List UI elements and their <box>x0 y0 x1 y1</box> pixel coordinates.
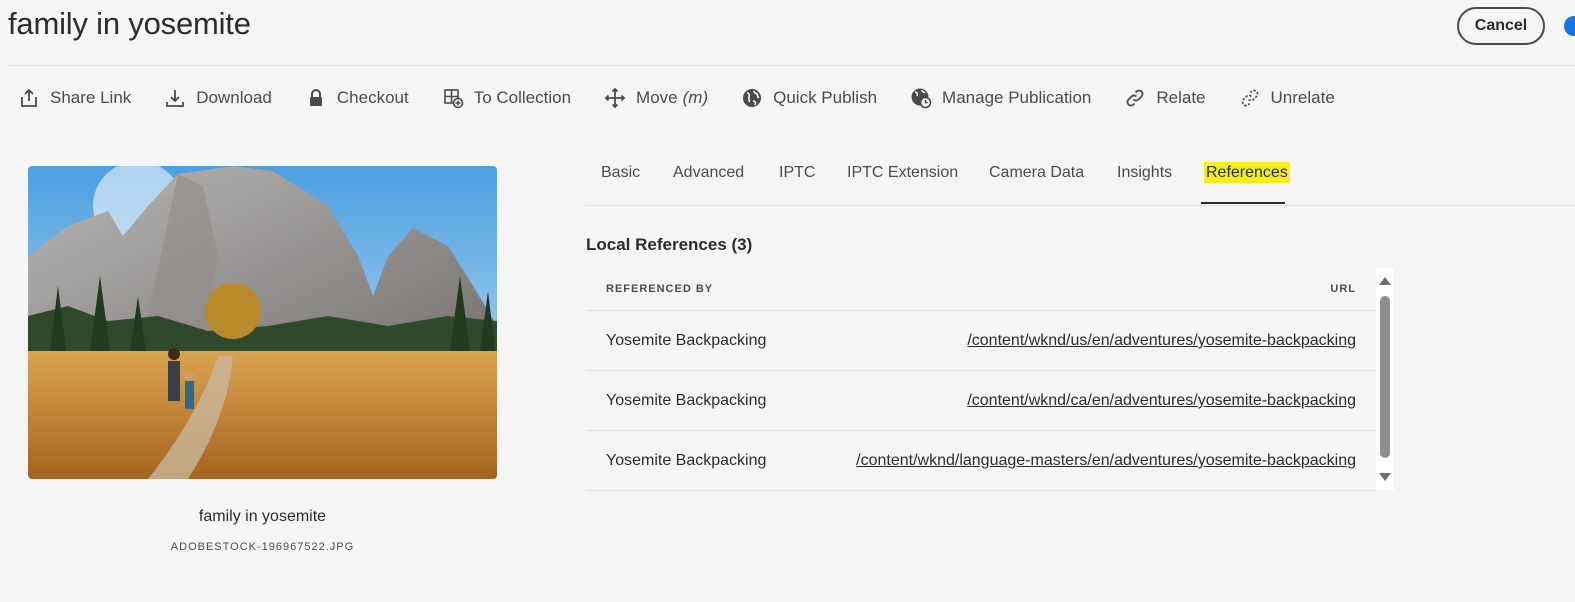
reference-url-link[interactable]: /content/wknd/us/en/adventures/yosemite-… <box>967 332 1356 350</box>
references-scrollbar[interactable] <box>1376 268 1394 490</box>
add-to-collection-icon <box>442 87 464 109</box>
link-icon <box>1124 87 1146 109</box>
local-references-title: Local References (3) <box>586 235 753 254</box>
referenced-by-cell: Yosemite Backpacking <box>606 332 767 349</box>
globe-clock-icon <box>910 87 932 109</box>
column-referenced-by[interactable]: REFERENCED BY <box>606 283 713 295</box>
asset-filename: ADOBESTOCK-196967522.JPG <box>170 541 355 553</box>
quick-publish-label: Quick Publish <box>773 88 878 107</box>
references-table: REFERENCED BY URL Yosemite Backpacking /… <box>586 268 1376 491</box>
reference-url-link[interactable]: /content/wknd/language-masters/en/advent… <box>856 452 1356 470</box>
tab-camera-data[interactable]: Camera Data <box>989 164 1084 182</box>
scrollbar-thumb[interactable] <box>1380 296 1390 458</box>
manage-publication-label: Manage Publication <box>942 88 1092 107</box>
avatar[interactable] <box>1564 16 1575 36</box>
active-tab-indicator <box>1201 202 1285 204</box>
table-header: REFERENCED BY URL <box>586 268 1376 311</box>
tab-insights[interactable]: Insights <box>1117 164 1172 182</box>
checkout-label: Checkout <box>336 88 409 107</box>
table-row: Yosemite Backpacking /content/wknd/us/en… <box>586 311 1376 371</box>
tab-iptc[interactable]: IPTC <box>779 164 815 182</box>
share-icon <box>18 87 40 109</box>
tab-advanced[interactable]: Advanced <box>673 164 744 182</box>
action-toolbar: Share Link Download Checkout To Collecti… <box>18 82 1368 114</box>
relate-label: Relate <box>1156 88 1206 107</box>
header-divider <box>8 65 1575 66</box>
properties-tabs: Basic Advanced IPTC IPTC Extension Camer… <box>585 152 1575 206</box>
scroll-up-arrow-icon[interactable] <box>1379 277 1391 285</box>
move-shortcut: (m) <box>682 88 709 107</box>
scroll-down-arrow-icon[interactable] <box>1379 473 1391 481</box>
unrelate-button[interactable]: Unrelate <box>1239 87 1335 109</box>
unlink-icon <box>1239 87 1261 109</box>
share-link-button[interactable]: Share Link <box>18 87 131 109</box>
tab-references[interactable]: References <box>1204 162 1290 183</box>
page-title: family in yosemite <box>8 6 251 41</box>
download-icon <box>164 87 186 109</box>
to-collection-label: To Collection <box>473 88 572 107</box>
download-button[interactable]: Download <box>164 87 272 109</box>
checkout-button[interactable]: Checkout <box>305 87 409 109</box>
table-row: Yosemite Backpacking /content/wknd/langu… <box>586 431 1376 491</box>
lock-icon <box>305 87 327 109</box>
table-row: Yosemite Backpacking /content/wknd/ca/en… <box>586 371 1376 431</box>
share-link-label: Share Link <box>50 88 132 107</box>
column-url[interactable]: URL <box>1330 283 1356 295</box>
tab-iptc-extension[interactable]: IPTC Extension <box>847 164 958 182</box>
move-label: Move <box>636 88 678 107</box>
cancel-button[interactable]: Cancel <box>1457 7 1545 45</box>
move-button[interactable]: Move (m) <box>604 87 708 109</box>
tab-basic[interactable]: Basic <box>601 164 640 182</box>
download-label: Download <box>196 88 272 107</box>
relate-button[interactable]: Relate <box>1124 87 1206 109</box>
tab-references-label: References <box>1204 162 1290 183</box>
asset-thumbnail <box>28 166 497 479</box>
manage-publication-button[interactable]: Manage Publication <box>910 87 1091 109</box>
quick-publish-button[interactable]: Quick Publish <box>741 87 877 109</box>
globe-icon <box>741 87 763 109</box>
unrelate-label: Unrelate <box>1270 88 1335 107</box>
to-collection-button[interactable]: To Collection <box>442 87 571 109</box>
referenced-by-cell: Yosemite Backpacking <box>606 392 767 409</box>
asset-name: family in yosemite <box>198 508 327 525</box>
reference-url-link[interactable]: /content/wknd/ca/en/adventures/yosemite-… <box>967 392 1356 410</box>
referenced-by-cell: Yosemite Backpacking <box>606 452 767 469</box>
move-icon <box>604 87 626 109</box>
